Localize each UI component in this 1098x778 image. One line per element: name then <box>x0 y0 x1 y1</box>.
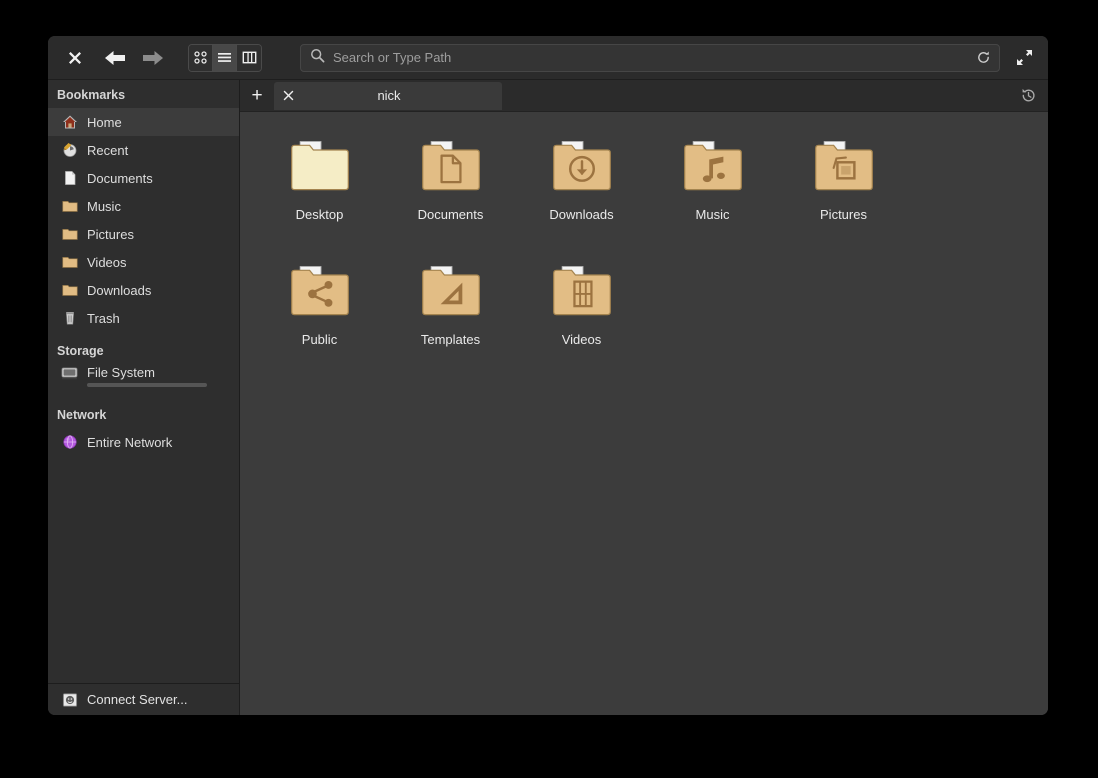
content-pane: + nick Desktop Documents Downloads Music… <box>240 80 1048 715</box>
file-item[interactable]: Templates <box>385 253 516 378</box>
sidebar: Bookmarks Home Recent Documents Music Pi… <box>48 80 240 715</box>
reload-icon[interactable] <box>974 50 993 65</box>
folder-icon <box>549 138 615 196</box>
folder-icon <box>287 138 353 196</box>
sidebar-item-label: Documents <box>87 170 153 186</box>
window-body: Bookmarks Home Recent Documents Music Pi… <box>48 80 1048 715</box>
view-mode-column-view[interactable] <box>237 44 261 71</box>
file-icon-view[interactable]: Desktop Documents Downloads Music Pictures Pu… <box>240 112 1048 715</box>
new-tab-button[interactable]: + <box>240 80 274 112</box>
sidebar-item-label: Trash <box>87 310 120 326</box>
sidebar-scroll-area: Bookmarks Home Recent Documents Music Pi… <box>48 80 239 683</box>
sidebar-item-label: Videos <box>87 254 127 270</box>
folder-icon <box>61 226 78 243</box>
server-icon <box>61 691 78 708</box>
tab-title: nick <box>377 88 401 103</box>
fullscreen-icon[interactable] <box>1008 43 1040 73</box>
file-name: Templates <box>420 332 481 347</box>
sidebar-section-header-storage: Storage <box>57 344 104 358</box>
sidebar-item-downloads[interactable]: Downloads <box>48 276 239 304</box>
sidebar-section-header-bookmarks: Bookmarks <box>57 88 126 102</box>
file-name: Documents <box>417 207 484 222</box>
folder-icon <box>418 263 484 321</box>
view-mode-group <box>188 43 262 72</box>
sidebar-section-header-network: Network <box>57 408 107 422</box>
connect-server-label: Connect Server... <box>87 692 188 707</box>
sidebar-item-label: Downloads <box>87 282 152 298</box>
sidebar-item-videos[interactable]: Videos <box>48 248 239 276</box>
file-item[interactable]: Videos <box>516 253 647 378</box>
back-button[interactable] <box>98 43 132 73</box>
file-name: Music <box>695 207 730 222</box>
sidebar-item-label: File System <box>87 365 155 380</box>
sidebar-item-label: Home <box>87 114 122 130</box>
search-bar[interactable] <box>300 43 1000 72</box>
sidebar-item-trash[interactable]: Trash <box>48 304 239 332</box>
file-name: Videos <box>561 332 602 347</box>
sidebar-item-documents[interactable]: Documents <box>48 164 239 192</box>
file-item[interactable]: Public <box>254 253 385 378</box>
file-name: Desktop <box>295 207 344 222</box>
file-item[interactable]: Downloads <box>516 128 647 253</box>
sidebar-item-label: Recent <box>87 142 129 158</box>
trash-icon <box>61 310 78 327</box>
file-name: Public <box>301 332 338 347</box>
tab-bar: + nick <box>240 80 1048 112</box>
storage-usage-bar <box>87 383 207 387</box>
close-tab-button[interactable] <box>274 82 302 110</box>
file-item[interactable]: Documents <box>385 128 516 253</box>
drive-icon <box>61 365 78 382</box>
folder-icon <box>61 254 78 271</box>
search-input[interactable] <box>333 50 974 65</box>
folder-icon <box>811 138 877 196</box>
view-mode-list-view[interactable] <box>213 44 237 71</box>
history-icon[interactable] <box>1008 80 1048 112</box>
sidebar-item-label: Entire Network <box>87 434 173 450</box>
folder-icon <box>287 263 353 321</box>
sidebar-item-music[interactable]: Music <box>48 192 239 220</box>
home-icon <box>61 114 78 131</box>
folder-icon <box>61 198 78 215</box>
network-globe-icon <box>61 434 78 451</box>
search-icon <box>310 48 325 68</box>
forward-button[interactable] <box>136 43 170 73</box>
sidebar-item-entire-network[interactable]: Entire Network <box>48 428 239 456</box>
recent-icon <box>61 142 78 159</box>
file-item[interactable]: Desktop <box>254 128 385 253</box>
connect-server-button[interactable]: Connect Server... <box>48 683 239 715</box>
toolbar <box>48 36 1048 80</box>
file-item[interactable]: Pictures <box>778 128 909 253</box>
sidebar-item-label: Pictures <box>87 226 134 242</box>
sidebar-item-file-system[interactable]: File System <box>48 364 239 394</box>
folder-icon <box>549 263 615 321</box>
folder-icon <box>61 282 78 299</box>
file-manager-window: Bookmarks Home <box>48 36 1048 715</box>
sidebar-item-label: Music <box>87 198 121 214</box>
new-tab-label: + <box>251 84 263 106</box>
file-item[interactable]: Music <box>647 128 778 253</box>
file-name: Downloads <box>549 207 614 222</box>
navigation-buttons <box>98 43 170 73</box>
tab-nick[interactable]: nick <box>274 81 502 110</box>
close-window-button[interactable] <box>58 43 92 73</box>
sidebar-item-home[interactable]: Home <box>48 108 239 136</box>
folder-icon <box>680 138 746 196</box>
document-icon <box>61 170 78 187</box>
sidebar-item-recent[interactable]: Recent <box>48 136 239 164</box>
folder-icon <box>418 138 484 196</box>
file-name: Pictures <box>820 207 867 222</box>
sidebar-item-pictures[interactable]: Pictures <box>48 220 239 248</box>
view-mode-icon-view[interactable] <box>189 44 213 71</box>
